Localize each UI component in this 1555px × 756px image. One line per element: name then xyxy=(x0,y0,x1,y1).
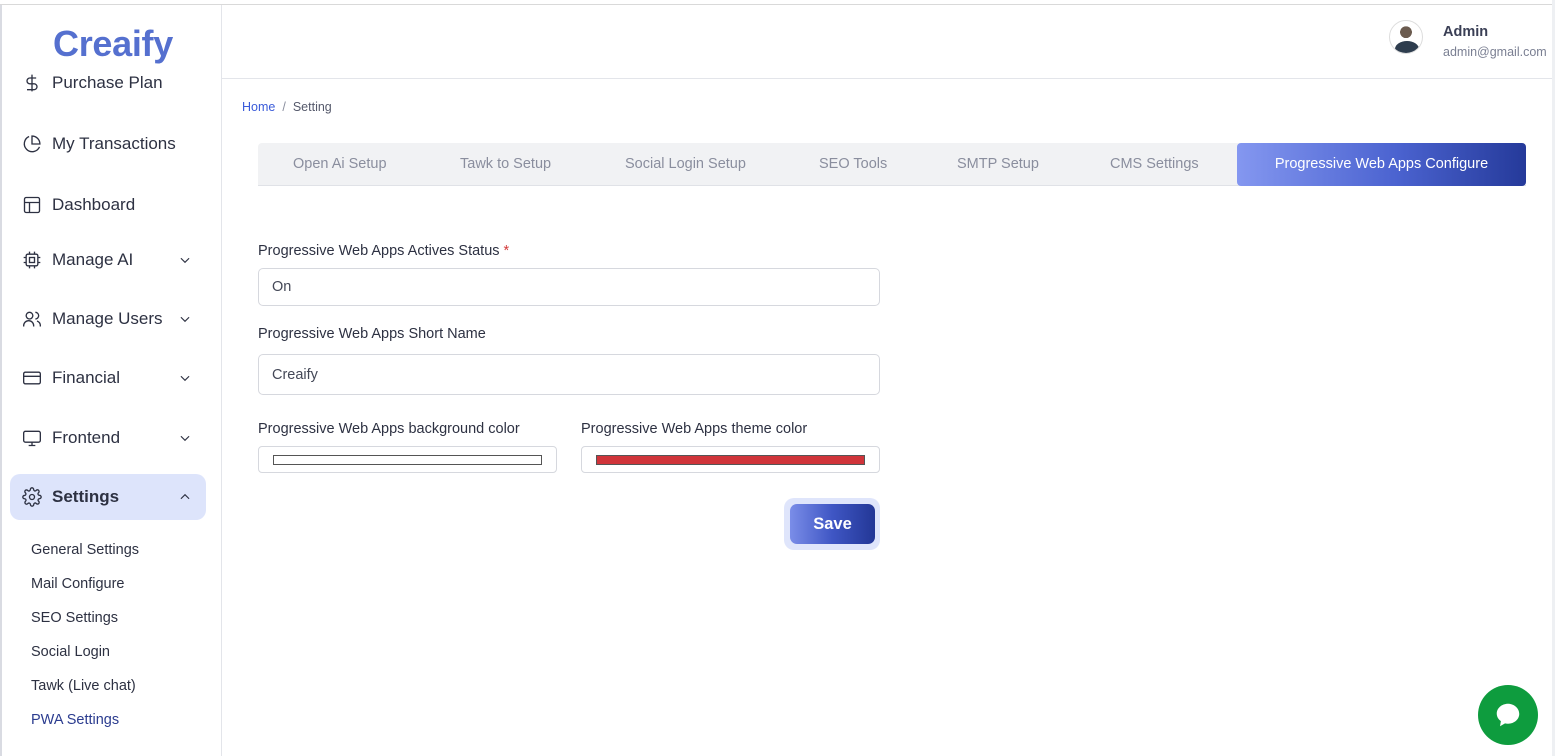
monitor-icon xyxy=(21,427,43,449)
sidebar-item-my-transactions[interactable]: My Transactions xyxy=(10,121,206,167)
required-mark: * xyxy=(503,243,510,259)
sidebar-item-frontend[interactable]: Frontend xyxy=(10,415,206,461)
sidebar-subitem-mail-configure[interactable]: Mail Configure xyxy=(31,576,125,592)
sidebar-subitem-pwa-settings[interactable]: PWA Settings xyxy=(31,712,119,728)
chat-bubble-icon xyxy=(1496,703,1520,727)
theme-color-swatch xyxy=(596,455,865,465)
sidebar-item-label: Manage Users xyxy=(52,309,163,328)
sidebar-subitem-general-settings[interactable]: General Settings xyxy=(31,542,139,558)
bg-color-swatch xyxy=(273,455,542,465)
sidebar-item-label: Settings xyxy=(52,487,120,506)
status-select[interactable]: On xyxy=(258,268,880,306)
dollar-icon xyxy=(21,72,43,94)
sidebar-item-settings[interactable]: Settings xyxy=(10,474,206,520)
sidebar-item-manage-users[interactable]: Manage Users xyxy=(10,296,206,342)
tab-seo-tools[interactable]: SEO Tools xyxy=(819,143,887,185)
sidebar-item-financial[interactable]: Financial xyxy=(10,355,206,401)
tab-open-ai-setup[interactable]: Open Ai Setup xyxy=(293,143,387,185)
theme-color-label: Progressive Web Apps theme color xyxy=(581,421,808,437)
breadcrumb-separator: / xyxy=(282,100,286,114)
tab-smtp-setup[interactable]: SMTP Setup xyxy=(957,143,1039,185)
theme-color-picker[interactable] xyxy=(581,446,880,473)
tab-social-login-setup[interactable]: Social Login Setup xyxy=(625,143,746,185)
top-header xyxy=(222,5,1555,79)
user-name[interactable]: Admin xyxy=(1443,24,1488,40)
app-logo[interactable]: Creaify xyxy=(53,23,173,65)
save-button[interactable]: Save xyxy=(790,504,875,544)
breadcrumb-current: Setting xyxy=(292,100,332,114)
settings-tabs: Open Ai Setup Tawk to Setup Social Login… xyxy=(258,143,1526,186)
breadcrumb-home-link[interactable]: Home xyxy=(242,100,275,114)
credit-card-icon xyxy=(21,367,43,389)
tab-pwa-configure[interactable]: Progressive Web Apps Configure xyxy=(1237,143,1526,186)
chevron-down-icon xyxy=(178,311,192,325)
cpu-icon xyxy=(21,249,43,271)
sidebar-item-label: Frontend xyxy=(52,428,121,447)
layout-icon xyxy=(21,194,43,216)
sidebar-item-dashboard[interactable]: Dashboard xyxy=(10,182,206,228)
sidebar-item-label: Purchase Plan xyxy=(52,73,163,92)
tab-tawk-to-setup[interactable]: Tawk to Setup xyxy=(460,143,551,185)
short-name-label: Progressive Web Apps Short Name xyxy=(258,326,486,342)
sidebar-subitem-social-login[interactable]: Social Login xyxy=(31,644,110,660)
sidebar-item-label: Dashboard xyxy=(52,195,136,214)
status-label-text: Progressive Web Apps Actives Status xyxy=(258,243,500,259)
tab-cms-settings[interactable]: CMS Settings xyxy=(1110,143,1199,185)
gear-icon xyxy=(21,486,43,508)
chevron-down-icon xyxy=(178,370,192,384)
chevron-down-icon xyxy=(178,430,192,444)
avatar[interactable] xyxy=(1389,20,1423,54)
bg-color-picker[interactable] xyxy=(258,446,557,473)
sidebar-subitem-tawk[interactable]: Tawk (Live chat) xyxy=(31,678,136,694)
sidebar-item-manage-ai[interactable]: Manage AI xyxy=(10,237,206,283)
sidebar-item-label: Manage AI xyxy=(52,250,134,269)
status-label: Progressive Web Apps Actives Status * xyxy=(258,243,509,259)
sidebar-item-label: My Transactions xyxy=(52,134,176,153)
pie-chart-icon xyxy=(21,133,43,155)
chevron-down-icon xyxy=(178,252,192,266)
sidebar-item-purchase-plan[interactable]: Purchase Plan xyxy=(10,60,206,106)
short-name-input[interactable]: Creaify xyxy=(258,354,880,395)
users-icon xyxy=(21,308,43,330)
sidebar-item-label: Financial xyxy=(52,368,121,387)
save-button-focus-ring: Save xyxy=(784,498,880,550)
chevron-up-icon xyxy=(178,489,192,503)
user-email: admin@gmail.com xyxy=(1443,45,1547,59)
sidebar-subitem-seo-settings[interactable]: SEO Settings xyxy=(31,610,118,626)
bg-color-label: Progressive Web Apps background color xyxy=(258,421,520,437)
breadcrumb: Home / Setting xyxy=(242,100,332,114)
sidebar: Creaify Purchase Plan My Transactions Da… xyxy=(0,5,222,756)
live-chat-button[interactable] xyxy=(1478,685,1538,745)
